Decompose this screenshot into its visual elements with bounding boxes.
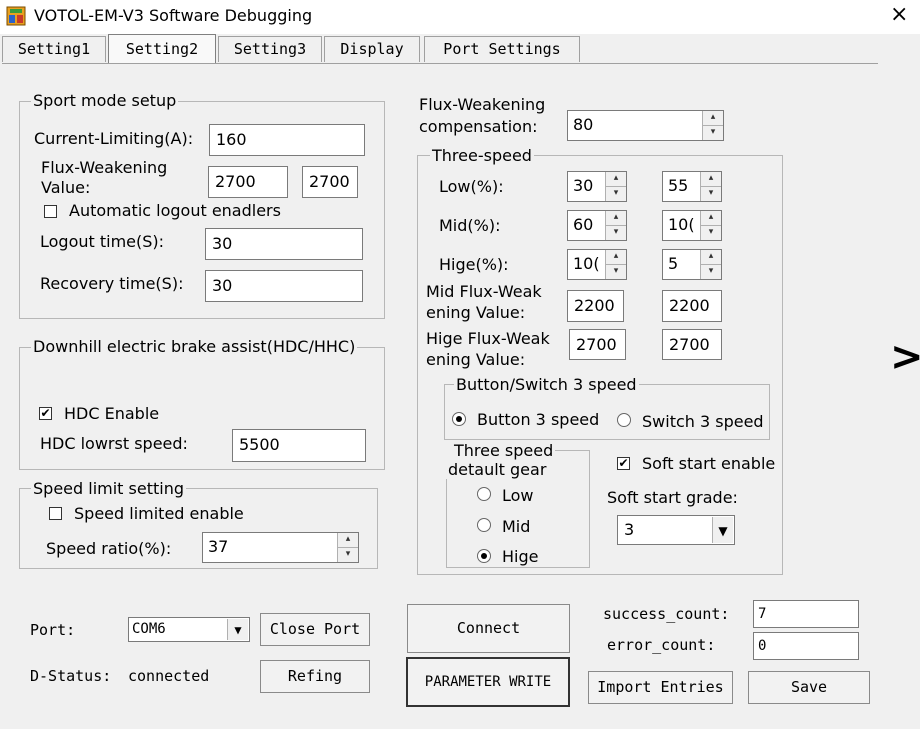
spin-down-icon[interactable]: ▾: [701, 187, 721, 202]
soft-start-grade-label: Soft start grade:: [607, 488, 738, 507]
dropdown-arrow-icon[interactable]: ▼: [227, 619, 248, 640]
tab-setting1[interactable]: Setting1: [2, 36, 106, 62]
spin-down-icon[interactable]: ▾: [606, 187, 626, 202]
speed-limited-checkbox[interactable]: [49, 507, 62, 520]
spin-down-icon[interactable]: ▾: [701, 265, 721, 280]
spin-down-icon[interactable]: ▾: [703, 126, 723, 141]
hdc-enable-label: HDC Enable: [64, 404, 160, 423]
speed-ratio-label: Speed ratio(%):: [46, 539, 172, 558]
switch-3-speed-label: Switch 3 speed: [642, 412, 764, 431]
flux-weakening-label: Flux-Weakening Value:: [41, 158, 168, 197]
gear-hige-radio[interactable]: [477, 549, 491, 563]
next-arrow-icon[interactable]: >: [890, 334, 920, 380]
button-3-speed-label: Button 3 speed: [477, 410, 600, 429]
connect-button[interactable]: Connect: [407, 604, 570, 653]
gear-mid-label: Mid: [502, 517, 531, 536]
port-select[interactable]: COM6 ▼: [128, 617, 250, 642]
spin-up-icon[interactable]: ▴: [338, 533, 358, 548]
port-label: Port:: [30, 621, 76, 639]
gear-mid-radio[interactable]: [477, 518, 491, 532]
spin-down-icon[interactable]: ▾: [606, 265, 626, 280]
hige-label: Hige(%):: [439, 255, 509, 274]
dropdown-arrow-icon[interactable]: ▼: [712, 517, 733, 543]
current-limiting-input[interactable]: 160: [209, 124, 365, 156]
gear-low-radio[interactable]: [477, 487, 491, 501]
sport-mode-legend: Sport mode setup: [31, 91, 179, 110]
mid-flux-input-1[interactable]: 2200: [567, 290, 624, 322]
close-icon[interactable]: ×: [890, 2, 908, 27]
spin-up-icon[interactable]: ▴: [606, 172, 626, 187]
mid-flux-label: Mid Flux-Weak ening Value:: [426, 282, 542, 322]
success-count-input[interactable]: 7: [753, 600, 859, 628]
switch-3-speed-radio[interactable]: [617, 413, 631, 427]
parameter-write-button[interactable]: PARAMETER WRITE: [406, 657, 570, 707]
logout-time-label: Logout time(S):: [40, 232, 165, 251]
mid-label: Mid(%):: [439, 216, 501, 235]
soft-start-checkbox[interactable]: ✔: [617, 457, 630, 470]
mid-flux-input-2[interactable]: 2200: [662, 290, 722, 322]
low-label: Low(%):: [439, 177, 504, 196]
gear-low-label: Low: [502, 486, 534, 505]
save-button[interactable]: Save: [748, 671, 870, 704]
hdc-legend: Downhill electric brake assist(HDC/HHC): [31, 337, 358, 356]
error-count-label: error_count:: [607, 636, 716, 654]
current-limiting-label: Current-Limiting(A):: [34, 129, 194, 148]
spin-down-icon[interactable]: ▾: [606, 226, 626, 241]
button-3-speed-radio[interactable]: [452, 412, 466, 426]
close-port-button[interactable]: Close Port: [260, 613, 370, 646]
status-value: connected: [128, 667, 210, 685]
gear-hige-label: Hige: [502, 547, 539, 566]
hdc-enable-checkbox[interactable]: ✔: [39, 407, 52, 420]
hige-spinner-2[interactable]: 5 ▴ ▾: [662, 249, 722, 280]
flux-comp-spinner[interactable]: 80 ▴ ▾: [567, 110, 724, 141]
auto-logout-label: Automatic logout enadlers: [69, 201, 281, 220]
hdc-lowest-speed-label: HDC lowrst speed:: [40, 434, 188, 453]
spin-up-icon[interactable]: ▴: [606, 211, 626, 226]
import-entries-button[interactable]: Import Entries: [588, 671, 733, 704]
speed-ratio-spinner[interactable]: 37 ▴ ▾: [202, 532, 359, 563]
flux-weakening-input-1[interactable]: 2700: [208, 166, 288, 198]
default-gear-legend: Three speed detault gear: [446, 441, 556, 479]
button-switch-legend: Button/Switch 3 speed: [454, 375, 639, 394]
logout-time-input[interactable]: 30: [205, 228, 363, 260]
auto-logout-checkbox[interactable]: [44, 205, 57, 218]
refing-button[interactable]: Refing: [260, 660, 370, 693]
status-label: D-Status:: [30, 667, 112, 685]
hige-spinner-1[interactable]: 10( ▴ ▾: [567, 249, 627, 280]
soft-start-label: Soft start enable: [642, 454, 776, 473]
tab-setting3[interactable]: Setting3: [218, 36, 322, 62]
error-count-input[interactable]: 0: [753, 632, 859, 660]
app-icon: [6, 6, 26, 26]
spin-up-icon[interactable]: ▴: [701, 211, 721, 226]
success-count-label: success_count:: [603, 605, 730, 623]
spin-up-icon[interactable]: ▴: [701, 250, 721, 265]
soft-start-grade-select[interactable]: 3 ▼: [617, 515, 735, 545]
spin-down-icon[interactable]: ▾: [701, 226, 721, 241]
flux-comp-label: Flux-Weakening compensation:: [419, 95, 546, 136]
spin-up-icon[interactable]: ▴: [606, 250, 626, 265]
mid-spinner-2[interactable]: 10( ▴ ▾: [662, 210, 722, 241]
window-title: VOTOL-EM-V3 Software Debugging: [34, 6, 313, 25]
recovery-time-input[interactable]: 30: [205, 270, 363, 302]
low-spinner-2[interactable]: 55 ▴ ▾: [662, 171, 722, 202]
three-speed-legend: Three-speed: [430, 146, 534, 165]
recovery-time-label: Recovery time(S):: [40, 274, 184, 293]
mid-spinner-1[interactable]: 60 ▴ ▾: [567, 210, 627, 241]
spin-down-icon[interactable]: ▾: [338, 548, 358, 563]
hdc-lowest-speed-input[interactable]: 5500: [232, 429, 366, 462]
tab-port-settings[interactable]: Port Settings: [424, 36, 580, 62]
hige-flux-input-2[interactable]: 2700: [662, 329, 722, 360]
spin-up-icon[interactable]: ▴: [703, 111, 723, 126]
tab-display[interactable]: Display: [324, 36, 420, 62]
speed-limited-label: Speed limited enable: [74, 504, 244, 523]
hige-flux-label: Hige Flux-Weak ening Value:: [426, 329, 550, 369]
speed-limit-legend: Speed limit setting: [31, 479, 186, 498]
flux-weakening-input-2[interactable]: 2700: [302, 166, 358, 198]
low-spinner-1[interactable]: 30 ▴ ▾: [567, 171, 627, 202]
spin-up-icon[interactable]: ▴: [701, 172, 721, 187]
hige-flux-input-1[interactable]: 2700: [569, 329, 626, 360]
tab-setting2[interactable]: Setting2: [108, 34, 216, 64]
